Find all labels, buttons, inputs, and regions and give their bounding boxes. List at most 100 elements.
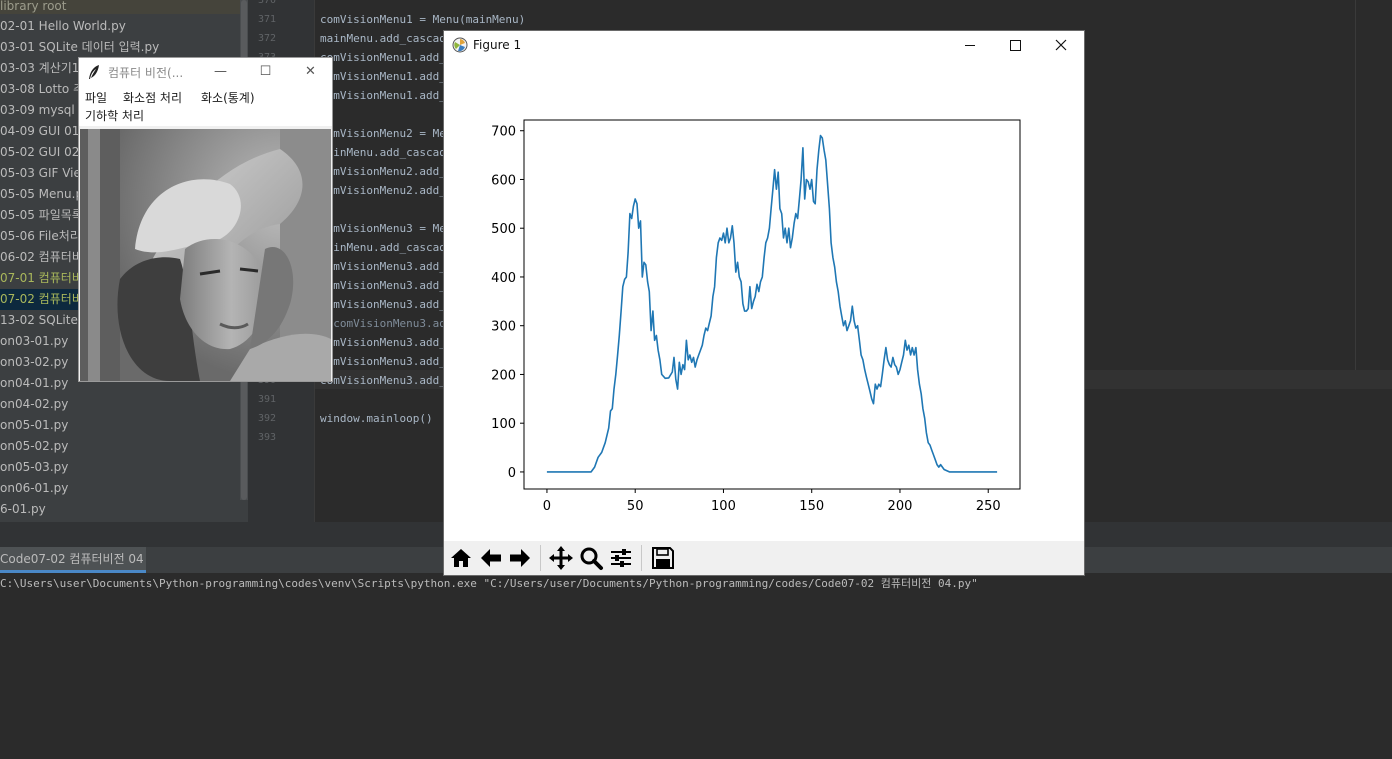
project-file-item[interactable]: 03-08 Lotto 추 xyxy=(0,79,84,100)
project-file-item[interactable]: 6-01.py xyxy=(0,499,46,520)
histogram-chart: 0 50 100 150 200 250 0 100 200 300 400 500 600 700 xyxy=(491,119,1021,514)
code-line[interactable]: mainMenu.add_cascade( xyxy=(320,238,459,257)
pan-icon xyxy=(549,546,573,570)
grayscale-photo xyxy=(80,129,331,381)
project-file-item[interactable]: 05-05 파일목록 xyxy=(0,205,83,226)
run-tab-label: Code07-02 컴퓨터비전 04 xyxy=(0,552,144,566)
figure-maximize-button[interactable] xyxy=(992,31,1038,60)
line-number: 372 xyxy=(258,33,277,44)
code-line[interactable]: comVisionMenu2.add_co xyxy=(320,162,459,181)
save-button[interactable] xyxy=(649,544,677,572)
project-file-item[interactable]: on05-03.py xyxy=(0,457,68,478)
y-tick-label: 300 xyxy=(491,320,516,335)
menu-geometry-processing[interactable]: 기하학 처리 xyxy=(85,107,144,124)
code-line[interactable]: mainMenu.add_cascade( xyxy=(320,29,459,48)
menu-file[interactable]: 파일 xyxy=(85,89,107,106)
figure-window[interactable]: Figure 1 0 50 100 150 200 250 0 100 200 300 400 500… xyxy=(444,31,1084,575)
matplotlib-icon xyxy=(452,37,468,53)
run-console[interactable]: C:\Users\user\Documents\Python-programmi… xyxy=(0,573,1392,759)
tk-window-title: 컴퓨터 비전(... xyxy=(108,66,184,80)
project-file-item[interactable]: 07-01 컴퓨터비 xyxy=(0,268,83,289)
project-file-item[interactable]: 03-03 계산기1. xyxy=(0,58,83,79)
code-line[interactable]: comVisionMenu3 = Menu xyxy=(320,219,459,238)
project-file-item[interactable]: on06-01.py xyxy=(0,478,68,499)
pan-button[interactable] xyxy=(547,544,575,572)
y-tick-label: 200 xyxy=(491,368,516,383)
code-line[interactable]: comVisionMenu3.add_co xyxy=(320,276,459,295)
code-line[interactable]: mainMenu.add_cascade( xyxy=(320,143,459,162)
forward-icon xyxy=(510,549,530,567)
code-line[interactable]: comVisionMenu2.add_co xyxy=(320,181,459,200)
configure-button[interactable] xyxy=(607,544,635,572)
zoom-icon xyxy=(580,547,603,570)
x-tick-label: 0 xyxy=(543,499,551,514)
y-tick-label: 500 xyxy=(491,222,516,237)
console-command-line: C:\Users\user\Documents\Python-programmi… xyxy=(0,577,978,590)
y-tick-label: 100 xyxy=(491,417,516,432)
code-line[interactable]: # comVisionMenu3.add_ xyxy=(320,314,459,333)
menu-area-processing[interactable]: 화소(통계) xyxy=(201,89,255,106)
code-line[interactable]: comVisionMenu3.add_co xyxy=(320,333,459,352)
code-line[interactable]: comVisionMenu1.add_co xyxy=(320,48,459,67)
project-file-item[interactable]: on03-01.py xyxy=(0,331,68,352)
figure-canvas[interactable]: 0 50 100 150 200 250 0 100 200 300 400 500 600 700 xyxy=(444,60,1084,541)
home-icon xyxy=(451,549,471,567)
run-tab[interactable]: Code07-02 컴퓨터비전 04× xyxy=(0,547,146,573)
configure-icon xyxy=(611,549,631,567)
project-file-item[interactable]: on04-02.py xyxy=(0,394,68,415)
figure-titlebar[interactable]: Figure 1 xyxy=(444,31,1084,60)
portrait-image xyxy=(80,129,331,381)
feather-icon xyxy=(89,65,99,79)
project-file-item[interactable]: on03-02.py xyxy=(0,352,68,373)
minimize-icon xyxy=(965,45,975,46)
tk-window[interactable]: 컴퓨터 비전(... — ☐ ✕ 파일 화소점 처리 화소(통계) 기하학 처리 xyxy=(78,57,333,382)
code-line[interactable]: comVisionMenu2 = Menu xyxy=(320,124,459,143)
home-button[interactable] xyxy=(447,544,475,572)
maximize-button[interactable]: ☐ xyxy=(243,58,288,86)
project-file-item[interactable]: 03-09 mysql 데 xyxy=(0,100,90,121)
line-number: 370 xyxy=(258,0,277,6)
line-number: 393 xyxy=(258,432,277,443)
right-margin-guide xyxy=(1355,0,1356,370)
line-number: 391 xyxy=(258,394,277,405)
back-button[interactable] xyxy=(477,544,505,572)
line-number: 371 xyxy=(258,14,277,25)
tk-titlebar[interactable]: 컴퓨터 비전(... — ☐ ✕ xyxy=(79,58,332,86)
figure-close-button[interactable] xyxy=(1038,31,1084,60)
maximize-icon xyxy=(1010,40,1021,51)
code-line[interactable]: comVisionMenu3.add_co xyxy=(320,371,459,390)
menu-pixel-processing[interactable]: 화소점 처리 xyxy=(123,89,182,106)
project-root-label: library root xyxy=(0,0,67,13)
forward-button[interactable] xyxy=(506,544,534,572)
code-line[interactable]: comVisionMenu3.add_co xyxy=(320,352,459,371)
project-file-item[interactable]: 06-02 컴퓨터비 xyxy=(0,247,83,268)
x-tick-label: 50 xyxy=(627,499,644,514)
project-file-item[interactable]: on05-01.py xyxy=(0,415,68,436)
toolbar-separator xyxy=(641,545,642,571)
zoom-button[interactable] xyxy=(577,544,605,572)
axes-frame xyxy=(523,119,1021,490)
code-line[interactable]: comVisionMenu1.add_co xyxy=(320,67,459,86)
code-line[interactable]: comVisionMenu1 = Menu(mainMenu) xyxy=(320,10,525,29)
figure-toolbar xyxy=(444,541,1084,575)
line-number: 392 xyxy=(258,413,277,424)
code-line[interactable]: comVisionMenu3.add_co xyxy=(320,257,459,276)
project-file-item[interactable]: on05-02.py xyxy=(0,436,68,457)
project-file-item[interactable]: on04-01.py xyxy=(0,373,68,394)
code-line[interactable]: window.mainloop() xyxy=(320,409,433,428)
project-file-item[interactable]: 05-06 File처리 xyxy=(0,226,81,247)
minimize-button[interactable]: — xyxy=(198,58,243,86)
x-tick-label: 200 xyxy=(888,499,913,514)
toolbar-separator xyxy=(540,545,541,571)
y-tick-label: 400 xyxy=(491,271,516,286)
figure-minimize-button[interactable] xyxy=(946,31,992,60)
project-root-row[interactable]: library root xyxy=(0,0,240,14)
project-file-item[interactable]: 05-05 Menu.py xyxy=(0,184,90,205)
code-line[interactable]: comVisionMenu1.add_co xyxy=(320,86,459,105)
project-file-item[interactable]: 02-01 Hello World.py xyxy=(0,16,126,37)
close-icon xyxy=(1055,39,1067,51)
close-button[interactable]: ✕ xyxy=(288,58,333,86)
back-icon xyxy=(481,549,501,567)
code-line[interactable]: comVisionMenu3.add_co xyxy=(320,295,459,314)
project-file-item[interactable]: 03-01 SQLite 데이터 입력.py xyxy=(0,37,159,58)
